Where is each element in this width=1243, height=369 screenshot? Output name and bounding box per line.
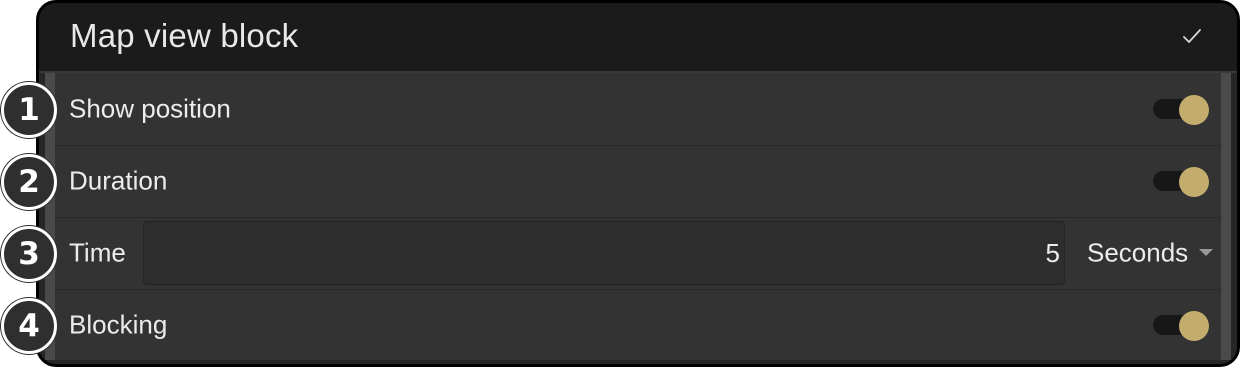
- time-label: Time: [69, 237, 126, 268]
- blocking-label: Blocking: [69, 309, 168, 340]
- row-show-position: Show position: [55, 73, 1221, 146]
- chevron-down-icon: [1199, 249, 1213, 256]
- time-value-input[interactable]: 5: [143, 221, 1065, 285]
- show-position-toggle[interactable]: [1153, 95, 1209, 125]
- toggle-knob: [1179, 95, 1209, 125]
- duration-label: Duration: [69, 165, 168, 196]
- step-badge-4: 4: [1, 298, 57, 354]
- duration-toggle[interactable]: [1153, 167, 1209, 197]
- panel-body: Show position Duration Time 5 Seconds Bl…: [45, 73, 1231, 360]
- blocking-toggle[interactable]: [1153, 311, 1209, 341]
- toggle-knob: [1179, 167, 1209, 197]
- row-blocking: Blocking: [55, 289, 1221, 361]
- step-badge-2: 2: [1, 154, 57, 210]
- step-badge-1: 1: [1, 82, 57, 138]
- panel-title: Map view block: [70, 17, 299, 54]
- panel-header: Map view block: [39, 3, 1237, 73]
- map-view-block-panel: Map view block Show position Duration Ti…: [36, 0, 1240, 367]
- check-icon[interactable]: [1181, 25, 1203, 47]
- row-duration: Duration: [55, 145, 1221, 218]
- toggle-knob: [1179, 311, 1209, 341]
- row-time: Time 5 Seconds: [55, 217, 1221, 290]
- show-position-label: Show position: [69, 93, 231, 124]
- time-unit-label: Seconds: [1087, 237, 1189, 268]
- time-unit-select[interactable]: Seconds: [1083, 217, 1215, 289]
- step-badge-3: 3: [1, 226, 57, 282]
